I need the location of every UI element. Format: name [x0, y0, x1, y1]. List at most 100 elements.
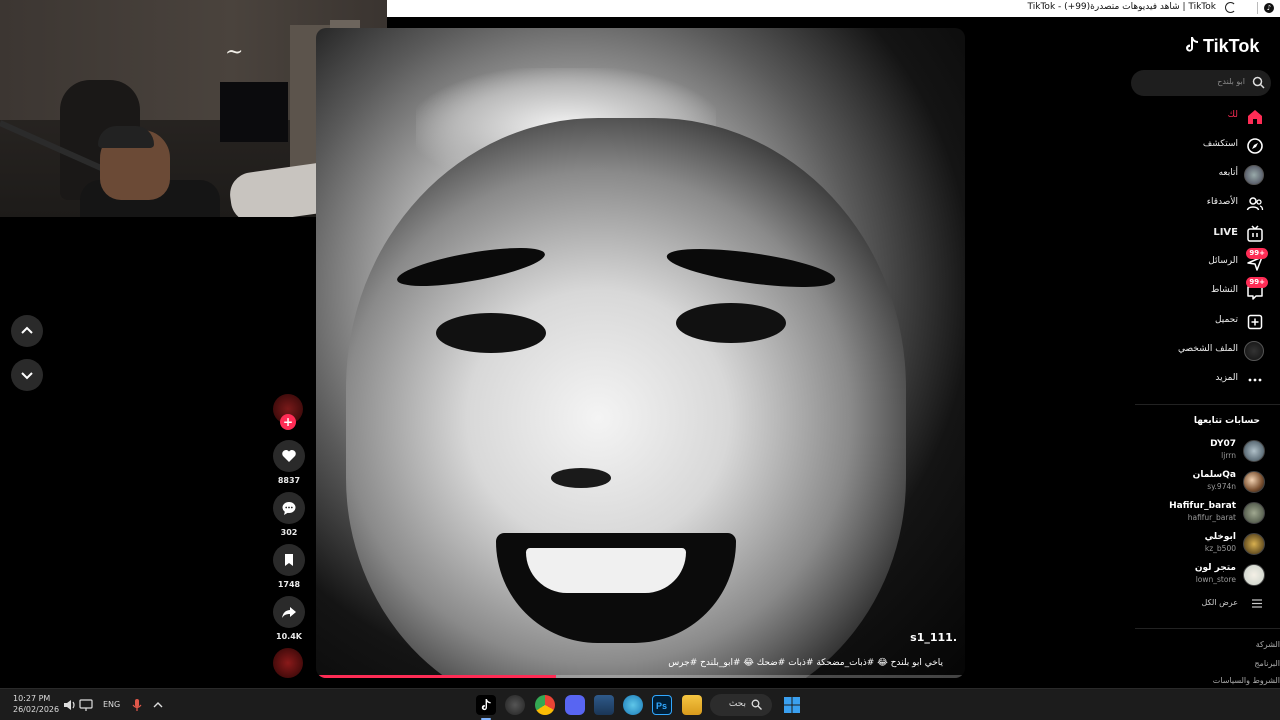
following-account[interactable]: سلمانQa sy.974n [1140, 469, 1270, 497]
browser-title-bar: TikTok | شاهد فيديوهات متصدرة(99+) - Tik… [387, 0, 1280, 17]
compass-icon [1247, 138, 1263, 154]
following-section-title: حسابات تتابعها [1193, 416, 1260, 426]
footer-link-terms[interactable]: الشروط والسياسات [1213, 676, 1280, 685]
account-avatar [1243, 440, 1265, 462]
reload-icon[interactable] [1225, 2, 1236, 13]
search-bar[interactable]: ابو بلندح [1131, 70, 1271, 96]
obs-taskbar-icon[interactable] [505, 695, 525, 715]
following-account[interactable]: Hafifur_barat hafifur_barat [1140, 500, 1270, 528]
sidebar-item-friends[interactable]: الأصدقاء [1140, 193, 1270, 215]
sidebar-item-label: النشاط [1210, 285, 1238, 295]
sidebar-item-label: لك [1227, 110, 1238, 120]
sidebar-item-for-you[interactable]: لك [1140, 106, 1270, 128]
share-icon [282, 607, 296, 618]
comment-count: 302 [280, 528, 298, 537]
webcam-monitor [220, 82, 288, 142]
see-all-button[interactable]: عرض الكل [1140, 596, 1270, 612]
like-button[interactable] [273, 440, 305, 472]
sidebar-item-following[interactable]: أتابعه [1140, 164, 1270, 186]
taskbar-search-label: بحث [728, 699, 746, 709]
upload-icon [1247, 314, 1263, 330]
save-button[interactable] [273, 544, 305, 576]
photoshop-taskbar-icon[interactable]: Ps [652, 695, 672, 715]
video-frame-teeth [526, 548, 686, 593]
chevron-down-icon [21, 372, 33, 380]
video-progress-fill [316, 675, 557, 678]
sidebar-item-label: LIVE [1213, 227, 1238, 238]
sidebar-divider [1135, 628, 1280, 629]
account-avatar [1243, 471, 1265, 493]
messages-badge: 99+ [1246, 248, 1268, 259]
account-handle: sy.974n [1207, 482, 1236, 491]
sidebar-item-label: الرسائل [1208, 256, 1238, 266]
search-icon[interactable] [1252, 76, 1265, 89]
video-player[interactable]: s1_111. ياخي ابو بلندح 😂 #ذبات_مضحكة #ذب… [316, 28, 965, 678]
sidebar-item-label: تحميل [1214, 315, 1238, 325]
tiktok-logo-icon [1186, 37, 1198, 52]
list-icon [1252, 599, 1262, 608]
sidebar-item-profile[interactable]: الملف الشخصي [1140, 340, 1270, 362]
video-caption: ياخي ابو بلندح 😂 #ذبات_مضحكة #ذبات #ضحك … [668, 658, 943, 668]
page-title: TikTok | شاهد فيديوهات متصدرة(99+) - Tik… [1027, 2, 1216, 12]
tiktok-logo-text[interactable]: TikTok [1203, 36, 1259, 57]
share-button[interactable] [273, 596, 305, 628]
microphone-icon[interactable] [129, 697, 145, 713]
chrome-taskbar-icon[interactable] [535, 695, 555, 715]
following-avatar [1244, 165, 1264, 185]
network-icon[interactable] [78, 697, 94, 713]
account-name: ابوخلي [1204, 532, 1236, 542]
sidebar-item-label: أتابعه [1218, 168, 1238, 178]
discord-taskbar-icon[interactable] [565, 695, 585, 715]
follow-button[interactable]: + [280, 414, 296, 430]
chevron-up-icon[interactable] [150, 697, 166, 713]
tiktok-taskbar-icon[interactable] [476, 695, 496, 715]
more-icon [1248, 378, 1262, 382]
video-progress-bar[interactable] [316, 675, 965, 678]
following-account[interactable]: ابوخلي kz_b500 [1140, 531, 1270, 559]
account-avatar [1243, 502, 1265, 524]
volume-icon[interactable] [62, 697, 78, 713]
profile-avatar [1244, 341, 1264, 361]
language-indicator[interactable]: ENG [103, 700, 120, 709]
desktop-taskbar-icon[interactable] [594, 695, 614, 715]
video-frame-eye [676, 303, 786, 343]
taskbar-search[interactable]: بحث [710, 694, 772, 716]
sidebar-item-messages[interactable]: 99+ الرسائل [1140, 248, 1270, 274]
sidebar-item-upload[interactable]: تحميل [1140, 311, 1270, 333]
footer-link-company[interactable]: الشركة [1256, 640, 1280, 649]
file-explorer-taskbar-icon[interactable] [682, 695, 702, 715]
share-count: 10.4K [276, 632, 302, 641]
previous-video-button[interactable] [11, 315, 43, 347]
account-handle: kz_b500 [1204, 544, 1236, 553]
taskbar: 10:27 PM 26/02/2026 ENG Ps بحث [0, 688, 1280, 720]
next-video-button[interactable] [11, 359, 43, 391]
browser-taskbar-icon[interactable] [623, 695, 643, 715]
account-name: سلمانQa [1192, 470, 1236, 480]
footer-link-program[interactable]: البرنامج [1254, 659, 1280, 668]
windows-start-icon[interactable] [782, 695, 802, 715]
like-count: 8837 [277, 476, 301, 485]
bookmark-icon [285, 554, 293, 566]
video-frame-eye [436, 313, 546, 353]
following-account[interactable]: متجر لون lown_store [1140, 562, 1270, 590]
sidebar-divider [1135, 404, 1280, 405]
friends-icon [1246, 197, 1264, 211]
home-icon [1248, 110, 1262, 124]
music-disc[interactable] [273, 648, 303, 678]
sidebar-item-activity[interactable]: 99+ النشاط [1140, 277, 1270, 303]
account-name: متجر لون [1194, 563, 1236, 573]
chevron-up-icon [21, 326, 33, 334]
video-author[interactable]: s1_111. [910, 631, 957, 644]
search-input[interactable]: ابو بلندح [1217, 77, 1245, 86]
taskbar-time[interactable]: 10:27 PM [13, 694, 50, 703]
taskbar-date[interactable]: 26/02/2026 [13, 705, 59, 714]
comment-icon [282, 502, 296, 515]
sidebar-item-live[interactable]: LIVE [1140, 223, 1270, 245]
activity-badge: 99+ [1246, 277, 1268, 288]
title-separator [1257, 2, 1258, 14]
sidebar-item-more[interactable]: المزيد [1140, 369, 1270, 391]
comment-button[interactable] [273, 492, 305, 524]
sidebar-item-explore[interactable]: استكشف [1140, 135, 1270, 157]
following-account[interactable]: DY07 ljrrn [1140, 438, 1270, 466]
account-handle: hafifur_barat [1187, 513, 1236, 522]
